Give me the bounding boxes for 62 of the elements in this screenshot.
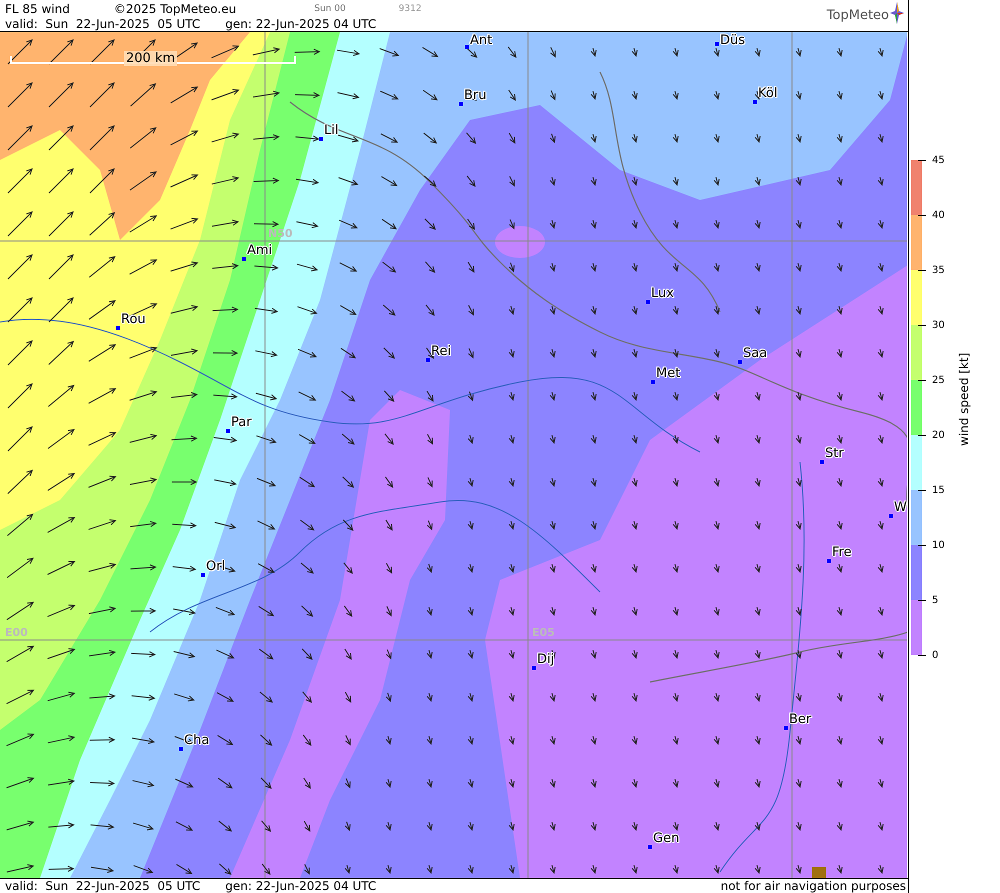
city-label: Lux [651,286,674,301]
city-marker [784,726,788,730]
city-marker [648,845,652,849]
city-marker [465,45,469,49]
city-marker [889,514,893,518]
generated-time: gen: 22-Jun-2025 04 UTC [225,879,376,893]
city-marker [426,358,430,362]
city-marker [820,460,824,464]
disclaimer-text: not for air navigation purposes [720,879,907,893]
run-label: Sun 00 [314,4,346,14]
city-label: Rei [431,344,452,359]
city-label: Orl [206,559,226,574]
city-marker [646,300,650,304]
legend-tick-label: 5 [932,594,938,606]
code-label: 9312 [398,4,422,14]
city-marker [532,666,536,670]
city-marker [242,257,246,261]
legend-tick-label: 15 [932,484,945,496]
grid-label: E00 [5,626,28,639]
city-marker [319,137,323,141]
legend-tick-label: 10 [932,540,945,550]
city-marker [116,326,120,330]
map-title: FL 85 wind [5,2,70,16]
city-label: Ant [470,33,492,48]
compass-star-icon [890,2,904,24]
city-label: W [894,500,907,515]
logo-text: TopMeteo [826,8,889,24]
legend-tick-label: 45 [932,154,945,166]
city-marker [738,360,742,364]
city-marker [201,573,205,577]
valid-time: valid: Sun 22-Jun-2025 05 UTC [5,16,200,30]
valid-time: valid: Sun 22-Jun-2025 05 UTC [5,879,200,893]
city-label: Met [656,366,680,381]
city-label: Par [231,415,252,430]
city-label: Köl [758,86,778,101]
copyright-text: ©2025 TopMeteo.eu [114,2,236,16]
scale-label: 200 km [124,51,178,66]
city-label: Düs [720,33,746,48]
legend-tick-label: 25 [932,374,945,386]
city-label: Dij [537,652,554,667]
city-label: Lil [324,123,338,138]
city-marker [715,42,719,46]
city-marker [827,559,831,563]
legend-tick-label: 20 [932,430,945,440]
city-marker [651,380,655,384]
grid-label: E05 [532,626,555,639]
city-marker [459,102,463,106]
city-marker [753,100,757,104]
city-label: Fre [832,545,852,560]
legend-tick-label: 30 [932,320,945,330]
legend-title: wind speed [kt] [957,352,971,446]
legend-tick-label: 0 [932,650,938,660]
city-label: Str [825,446,844,461]
legend-tick-label: 35 [932,264,945,276]
city-marker [179,747,183,751]
city-label: Cha [184,733,210,748]
city-label: Gen [653,831,680,846]
city-label: Rou [121,312,146,327]
generated-time: gen: 22-Jun-2025 04 UTC [225,16,376,30]
city-marker [226,429,230,433]
city-label: Ami [247,243,272,258]
legend-tick-label: 40 [932,210,945,220]
